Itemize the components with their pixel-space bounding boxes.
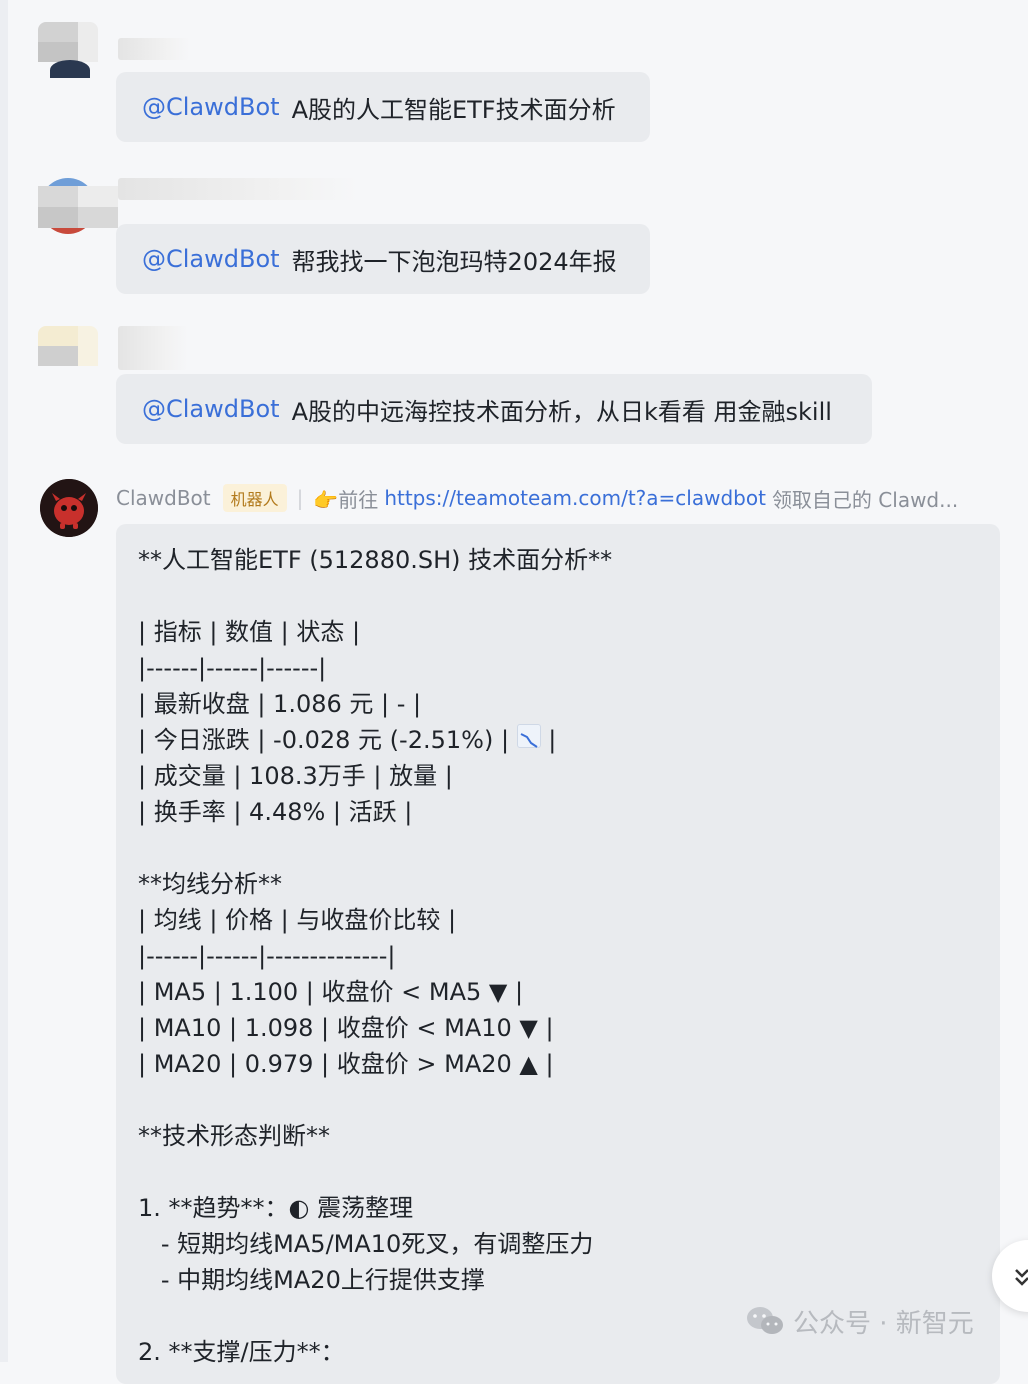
watermark: 公众号 · 新智元 <box>745 1303 974 1339</box>
response-line: | 换手率 | 4.48% | 活跃 | <box>138 798 413 826</box>
chevron-down-icon <box>1015 1269 1028 1286</box>
response-line: | 均线 | 价格 | 与收盘价比较 | <box>138 906 457 934</box>
response-line-text: | 今日涨跌 | -0.028 元 (-2.51%) | <box>138 726 517 754</box>
scroll-down-button[interactable] <box>992 1240 1028 1312</box>
response-line <box>138 1082 978 1118</box>
mention-link[interactable]: @ClawdBot <box>142 395 280 423</box>
message-bubble: @ClawdBot A股的中远海控技术面分析，从日k看看 用金融skill <box>116 374 872 444</box>
robot-badge: 机器人 <box>222 484 287 512</box>
message-bubble: @ClawdBot A股的人工智能ETF技术面分析 <box>116 72 650 142</box>
promo-link[interactable]: https://teamoteam.com/t?a=clawdbot <box>384 486 766 510</box>
bot-name[interactable]: ClawdBot <box>116 486 211 510</box>
user-name-blurred <box>118 38 190 60</box>
chart-decreasing-icon <box>516 724 541 748</box>
robot-mascot-icon <box>40 479 98 537</box>
user-avatar-blurred[interactable] <box>38 326 98 382</box>
avatar-pixelation <box>38 186 118 228</box>
promo-prefix: 👉前往 <box>313 487 379 512</box>
mention-link[interactable]: @ClawdBot <box>142 245 280 273</box>
watermark-text: 公众号 · 新智元 <box>793 1308 974 1339</box>
response-line-tail: | <box>540 726 557 754</box>
response-line: | MA5 | 1.100 | 收盘价 < MA5 ▼ | <box>138 978 524 1006</box>
user-avatar-blurred[interactable] <box>38 22 98 78</box>
promo-suffix: 领取自己的 Clawd... <box>771 487 959 512</box>
message-text: A股的人工智能ETF技术面分析 <box>291 95 616 124</box>
response-line: - 短期均线MA5/MA10死叉，有调整压力 <box>138 1230 594 1258</box>
response-line: **均线分析** <box>138 870 282 898</box>
header-divider: | <box>296 486 304 510</box>
message-text: A股的中远海控技术面分析，从日k看看 用金融skill <box>291 397 832 426</box>
bot-header: ClawdBot 机器人 | 👉前往 https://teamoteam.com… <box>116 484 958 512</box>
wechat-icon <box>747 1307 783 1334</box>
response-line: 1. **趋势**：◐ 震荡整理 <box>138 1194 414 1222</box>
response-line <box>138 1154 978 1190</box>
response-line: |------|------|--------------| <box>138 942 396 970</box>
response-line-change: | 今日涨跌 | -0.028 元 (-2.51%) | | <box>138 722 978 758</box>
response-line <box>138 578 978 614</box>
bot-response-bubble: **人工智能ETF (512880.SH) 技术面分析** | 指标 | 数值 … <box>116 524 1000 1384</box>
message-text: 帮我找一下泡泡玛特2024年报 <box>291 247 617 276</box>
response-line: **人工智能ETF (512880.SH) 技术面分析** <box>138 546 613 574</box>
response-line: | MA10 | 1.098 | 收盘价 < MA10 ▼ | <box>138 1014 554 1042</box>
response-line <box>138 830 978 866</box>
response-line: | MA20 | 0.979 | 收盘价 > MA20 ▲ | <box>138 1050 554 1078</box>
message-bubble: @ClawdBot 帮我找一下泡泡玛特2024年报 <box>116 224 650 294</box>
user-name-blurred <box>118 326 188 370</box>
left-edge-strip <box>0 0 8 1362</box>
response-line: |------|------|------| <box>138 654 327 682</box>
response-line: | 指标 | 数值 | 状态 | <box>138 618 361 646</box>
bot-avatar[interactable] <box>40 479 98 537</box>
mention-link[interactable]: @ClawdBot <box>142 93 280 121</box>
response-line: | 最新收盘 | 1.086 元 | - | <box>138 690 422 718</box>
response-line: - 中期均线MA20上行提供支撑 <box>138 1266 485 1294</box>
response-line: | 成交量 | 108.3万手 | 放量 | <box>138 762 453 790</box>
user-name-blurred <box>118 178 358 200</box>
response-line: **技术形态判断** <box>138 1122 330 1150</box>
